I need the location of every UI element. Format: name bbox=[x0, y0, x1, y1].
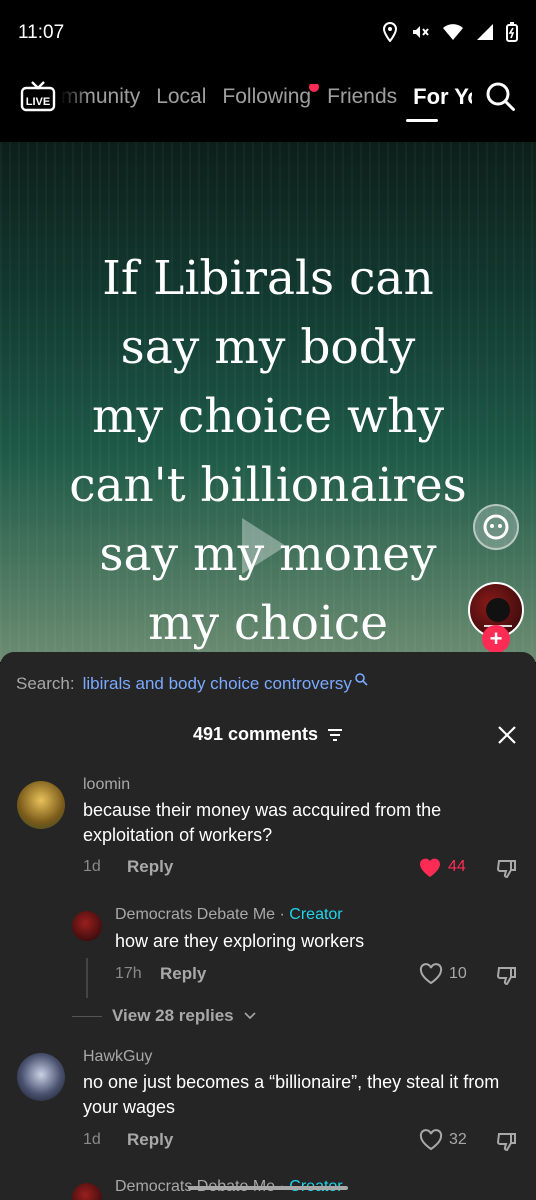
like-button[interactable]: 32 bbox=[419, 1129, 467, 1151]
comment-age: 17h bbox=[115, 965, 142, 982]
follow-plus-icon[interactable]: + bbox=[482, 625, 510, 653]
active-tab-underline bbox=[406, 119, 438, 122]
avatar[interactable] bbox=[72, 1183, 102, 1200]
dislike-icon[interactable] bbox=[496, 1131, 518, 1153]
search-query-link[interactable]: libirals and body choice controversy bbox=[83, 674, 352, 694]
chevron-down-icon bbox=[244, 1012, 256, 1020]
home-indicator[interactable] bbox=[188, 1186, 348, 1190]
avatar[interactable] bbox=[17, 1053, 65, 1101]
comment-item: loomin because their money was accquired… bbox=[0, 776, 536, 896]
comment-item: HawkGuy no one just becomes a “billionai… bbox=[0, 1048, 536, 1168]
tab-local[interactable]: Local bbox=[156, 85, 206, 109]
live-label: LIVE bbox=[26, 96, 50, 108]
heart-outline-icon bbox=[419, 963, 443, 985]
status-bar: 11:07 bbox=[0, 0, 536, 64]
close-icon[interactable] bbox=[497, 725, 517, 745]
sort-filter-icon[interactable] bbox=[327, 729, 343, 742]
battery-icon bbox=[506, 22, 518, 42]
caption-line: say my body bbox=[120, 320, 416, 375]
comment-age: 1d bbox=[83, 1131, 101, 1148]
tab-following-label: Following bbox=[222, 85, 312, 108]
like-count: 44 bbox=[448, 858, 466, 875]
comment-username[interactable]: HawkGuy bbox=[83, 1048, 152, 1066]
heart-filled-icon bbox=[420, 858, 440, 877]
caption-line: If Libirals can bbox=[102, 251, 434, 306]
caption-line: can't billionaires bbox=[69, 458, 467, 513]
comment-text: no one just becomes a “billionaire”, the… bbox=[83, 1072, 500, 1117]
thread-line bbox=[86, 958, 88, 998]
caption-line: my choice bbox=[147, 596, 389, 651]
comment-reply-item: Democrats Debate Me · Creator how are th… bbox=[0, 904, 536, 1004]
creator-tag: Creator bbox=[289, 906, 343, 923]
search-icon[interactable] bbox=[484, 80, 516, 112]
like-count: 10 bbox=[449, 965, 467, 982]
view-replies-button[interactable]: View 28 replies bbox=[72, 1006, 256, 1026]
related-search[interactable]: Search: libirals and body choice controv… bbox=[16, 673, 368, 694]
reply-button[interactable]: Reply bbox=[127, 1130, 173, 1150]
dislike-icon[interactable] bbox=[496, 965, 518, 987]
avatar[interactable] bbox=[72, 911, 102, 941]
effect-icon[interactable] bbox=[473, 504, 519, 550]
view-replies-label: View 28 replies bbox=[112, 1006, 234, 1025]
search-small-icon bbox=[355, 673, 368, 686]
signal-icon bbox=[477, 24, 493, 40]
comments-sheet: Search: libirals and body choice controv… bbox=[0, 652, 536, 1200]
like-button[interactable]: 44 bbox=[418, 856, 466, 878]
location-icon bbox=[382, 22, 398, 42]
nav-fade bbox=[60, 78, 90, 120]
avatar[interactable] bbox=[17, 781, 65, 829]
comments-count-header[interactable]: 491 comments bbox=[0, 724, 536, 745]
like-button[interactable]: 10 bbox=[419, 963, 467, 985]
tab-for-you[interactable]: For You bbox=[413, 84, 472, 110]
comment-username[interactable]: loomin bbox=[83, 776, 130, 794]
tab-friends[interactable]: Friends bbox=[327, 85, 397, 109]
notification-dot bbox=[309, 84, 320, 92]
comment-age: 1d bbox=[83, 858, 101, 875]
comments-count: 491 comments bbox=[192, 724, 319, 744]
video-caption: If Libirals can say my body my choice wh… bbox=[0, 244, 536, 658]
search-label: Search: bbox=[16, 674, 75, 693]
nav-tabs: Community Local Following Friends For Yo… bbox=[62, 84, 472, 114]
heart-outline-icon bbox=[419, 1129, 443, 1151]
dislike-icon[interactable] bbox=[496, 858, 518, 880]
mute-icon bbox=[413, 26, 429, 38]
reply-button[interactable]: Reply bbox=[160, 964, 206, 984]
status-icons bbox=[382, 22, 518, 42]
comment-text: because their money was accquired from t… bbox=[83, 800, 442, 845]
live-icon[interactable]: LIVE bbox=[20, 80, 56, 112]
like-count: 32 bbox=[449, 1131, 467, 1148]
status-time: 11:07 bbox=[18, 22, 65, 43]
video-player[interactable]: If Libirals can say my body my choice wh… bbox=[0, 142, 536, 662]
comment-username[interactable]: Democrats Debate Me · Creator bbox=[115, 906, 343, 924]
caption-line: my choice why bbox=[91, 389, 445, 444]
reply-button[interactable]: Reply bbox=[127, 857, 173, 877]
wifi-icon bbox=[443, 24, 463, 40]
reply-username: Democrats Debate Me bbox=[115, 906, 276, 923]
play-icon[interactable] bbox=[238, 514, 290, 578]
divider-line bbox=[72, 1015, 102, 1017]
top-nav: LIVE Community Local Following Friends F… bbox=[0, 64, 536, 142]
tab-following[interactable]: Following bbox=[222, 84, 320, 109]
comment-text: how are they exploring workers bbox=[115, 931, 365, 951]
